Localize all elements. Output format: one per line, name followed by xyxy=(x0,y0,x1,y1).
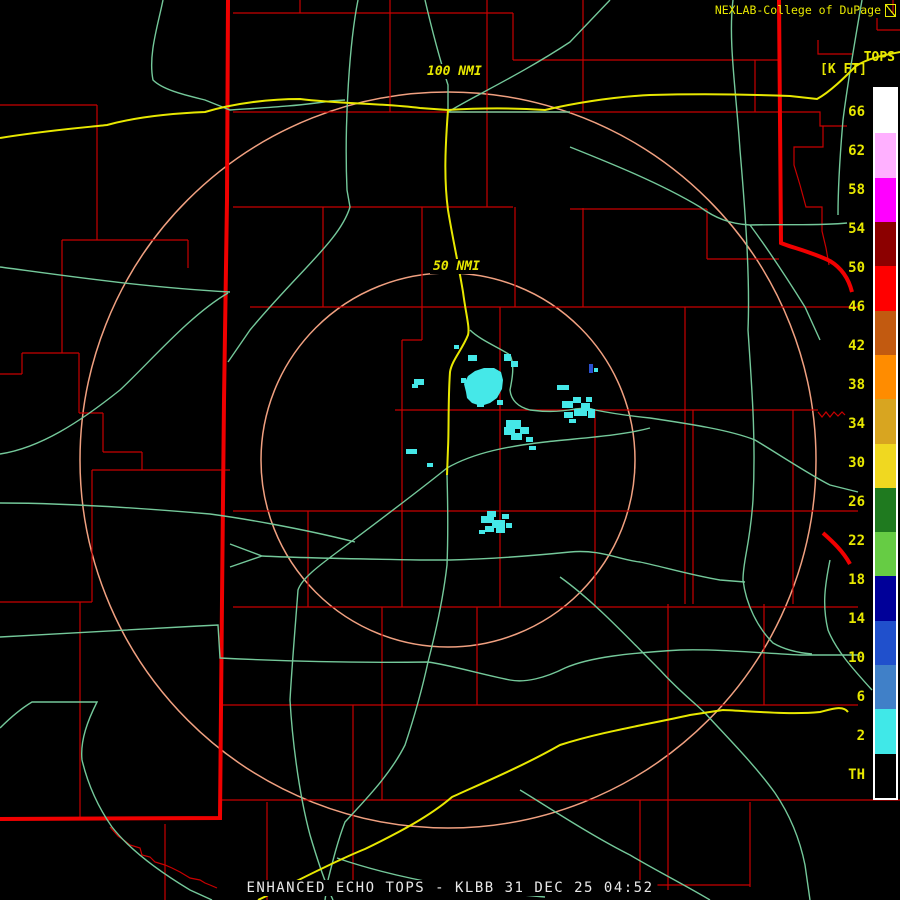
colorbar-band-38 xyxy=(875,399,896,444)
colorbar-band-34 xyxy=(875,443,896,488)
colorbar-bands xyxy=(875,89,896,798)
colorbar-band-10 xyxy=(875,709,896,754)
colorbar-band-62 xyxy=(875,133,896,178)
colorbar-label-10: 10 xyxy=(848,650,865,666)
nexlab-title-text: NEXLAB-College of DuPage xyxy=(714,3,881,17)
nm-county-lines xyxy=(0,104,230,818)
colorbar-band-42 xyxy=(875,354,896,400)
colorbar-units: [K FT] xyxy=(820,62,867,77)
colorbar-band-18 xyxy=(875,620,896,666)
colorbar-band-30 xyxy=(875,487,896,533)
green-roads xyxy=(0,0,873,900)
range-ring-label-100: 100 NMI xyxy=(424,64,485,79)
colorbar-label-62: 62 xyxy=(848,143,865,159)
colorbar-band-TH xyxy=(875,753,896,798)
colorbar-label-18: 18 xyxy=(848,572,865,588)
colorbar-label-54: 54 xyxy=(848,221,865,237)
colorbar-label-46: 46 xyxy=(848,299,865,315)
echo-cluster-south xyxy=(479,511,512,534)
colorbar-band-22 xyxy=(875,576,896,621)
colorbar-band-58 xyxy=(875,177,896,222)
colorbar-label-26: 26 xyxy=(848,494,865,510)
colorbar-label-30: 30 xyxy=(848,455,865,471)
county-boundaries xyxy=(0,0,900,900)
colorbar-band-46 xyxy=(875,310,896,355)
cod-logo-icon xyxy=(885,3,896,17)
colorbar-label-2: 2 xyxy=(856,728,865,744)
colorbar-label-42: 42 xyxy=(848,338,865,354)
echo-cluster-southeast xyxy=(504,420,533,442)
river-boundary xyxy=(109,826,218,889)
colorbar-label-14: 14 xyxy=(848,611,865,627)
colorbar-label-34: 34 xyxy=(848,416,865,432)
colorbar-band-50 xyxy=(875,266,896,311)
colorbar-title: TOPS xyxy=(863,50,895,65)
colorbar-label-22: 22 xyxy=(848,533,865,549)
colorbar-band-66+ xyxy=(875,89,896,134)
colorbar-label-66: 66 xyxy=(848,104,865,120)
echo-tops-colorbar xyxy=(873,87,898,800)
colorbar-band-26 xyxy=(875,532,896,577)
colorbar-label-38: 38 xyxy=(848,377,865,393)
colorbar-band-14 xyxy=(875,665,896,710)
colorbar-label-58: 58 xyxy=(848,182,865,198)
radar-map xyxy=(0,0,900,900)
colorbar-label-50: 50 xyxy=(848,260,865,276)
radar-screen: NEXLAB-College of DuPage TOPS [K FT] 66 6… xyxy=(0,0,900,900)
yellow-highways xyxy=(0,51,900,900)
colorbar-label-TH: TH xyxy=(848,767,865,783)
colorbar-label-6: 6 xyxy=(856,689,865,705)
range-ring-label-50: 50 NMI xyxy=(430,259,483,274)
nexlab-title: NEXLAB-College of DuPage xyxy=(715,3,896,17)
status-bar: ENHANCED ECHO TOPS - KLBB 31 DEC 25 04:5… xyxy=(242,880,658,896)
colorbar-band-54 xyxy=(875,221,896,267)
